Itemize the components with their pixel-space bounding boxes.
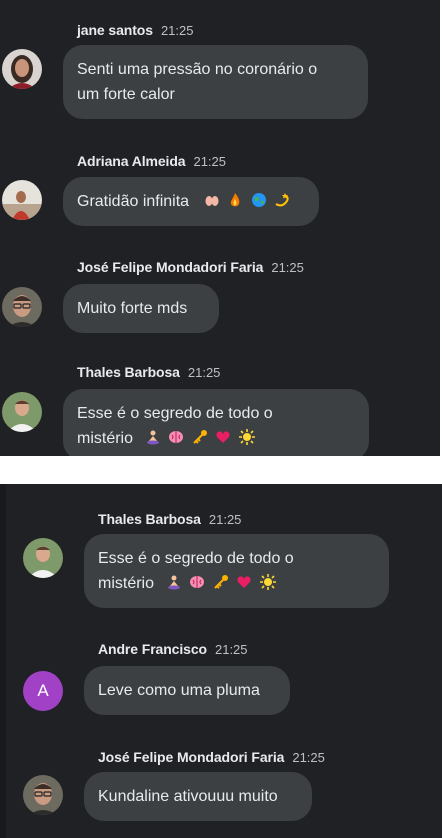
sender-name[interactable]: jane santos — [77, 22, 153, 38]
message-time: 21:25 — [160, 23, 194, 38]
message-time: 21:25 — [292, 750, 325, 765]
meditation-emoji — [145, 429, 161, 445]
message-header: Andre Francisco 21:25 — [98, 641, 248, 657]
avatar-letter[interactable]: A — [23, 671, 63, 711]
message-text-line2: mistério — [98, 575, 155, 592]
message-text: Senti uma pressão no coronário o — [77, 61, 318, 78]
avatar[interactable] — [23, 538, 63, 578]
heart-emoji — [236, 574, 252, 590]
brain-emoji — [168, 429, 184, 445]
dizzy-emoji — [274, 192, 290, 208]
message-bubble[interactable]: Esse é o segredo de todo o mistério — [63, 389, 369, 456]
message-time: 21:25 — [208, 512, 242, 527]
message-text: Kundaline ativouuu muito — [98, 788, 278, 805]
message-header: jane santos 21:25 — [77, 22, 193, 38]
brain-emoji — [189, 574, 205, 590]
message-text: Gratidão infinita — [77, 193, 190, 210]
message-header: Adriana Almeida 21:25 — [77, 153, 226, 169]
sender-name[interactable]: Thales Barbosa — [77, 364, 180, 380]
sender-name[interactable]: Thales Barbosa — [98, 511, 201, 527]
chat-screenshot-top: jane santos 21:25 Senti uma pressão no c… — [0, 0, 440, 456]
sun-emoji — [259, 574, 276, 590]
message-time: 21:25 — [271, 260, 304, 275]
message-bubble[interactable]: Leve como uma pluma — [84, 666, 290, 715]
avatar[interactable] — [2, 287, 42, 327]
globe-emoji — [251, 192, 267, 208]
message-bubble[interactable]: Senti uma pressão no coronário o um fort… — [63, 45, 368, 119]
sender-name[interactable]: Andre Francisco — [98, 641, 207, 657]
message-time: 21:25 — [187, 365, 221, 380]
avatar[interactable] — [23, 775, 63, 815]
message-bubble[interactable]: Gratidão infinita — [63, 177, 319, 226]
message-header: José Felipe Mondadori Faria 21:25 — [77, 259, 304, 275]
message-bubble[interactable]: Muito forte mds — [63, 284, 219, 333]
sender-name[interactable]: Adriana Almeida — [77, 153, 186, 169]
sun-emoji — [238, 429, 255, 445]
message-text: Muito forte mds — [77, 300, 188, 317]
message-header: Thales Barbosa 21:25 — [98, 511, 241, 527]
message-time: 21:25 — [214, 642, 248, 657]
message-text-line2: um forte calor — [77, 86, 175, 103]
message-text: Esse é o segredo de todo o — [77, 405, 273, 422]
message-text: Esse é o segredo de todo o — [98, 550, 294, 567]
key-emoji — [213, 574, 229, 590]
message-text-line2: mistério — [77, 430, 134, 447]
fire-emoji — [227, 192, 243, 208]
avatar[interactable] — [2, 392, 42, 432]
avatar[interactable] — [2, 49, 42, 89]
heart-emoji — [215, 429, 231, 445]
message-header: Thales Barbosa 21:25 — [77, 364, 220, 380]
message-bubble[interactable]: Esse é o segredo de todo o mistério — [84, 534, 389, 608]
meditation-emoji — [166, 574, 182, 590]
raising-hands-emoji — [204, 192, 220, 208]
sender-name[interactable]: José Felipe Mondadori Faria — [77, 259, 263, 275]
message-text: Leve como uma pluma — [98, 682, 260, 699]
sender-name[interactable]: José Felipe Mondadori Faria — [98, 749, 284, 765]
message-header: José Felipe Mondadori Faria 21:25 — [98, 749, 325, 765]
message-time: 21:25 — [193, 154, 227, 169]
avatar[interactable] — [2, 180, 42, 220]
key-emoji — [192, 429, 208, 445]
message-bubble[interactable]: Kundaline ativouuu muito — [84, 772, 312, 821]
chat-screenshot-bottom: Thales Barbosa 21:25 Esse é o segredo de… — [0, 484, 442, 838]
